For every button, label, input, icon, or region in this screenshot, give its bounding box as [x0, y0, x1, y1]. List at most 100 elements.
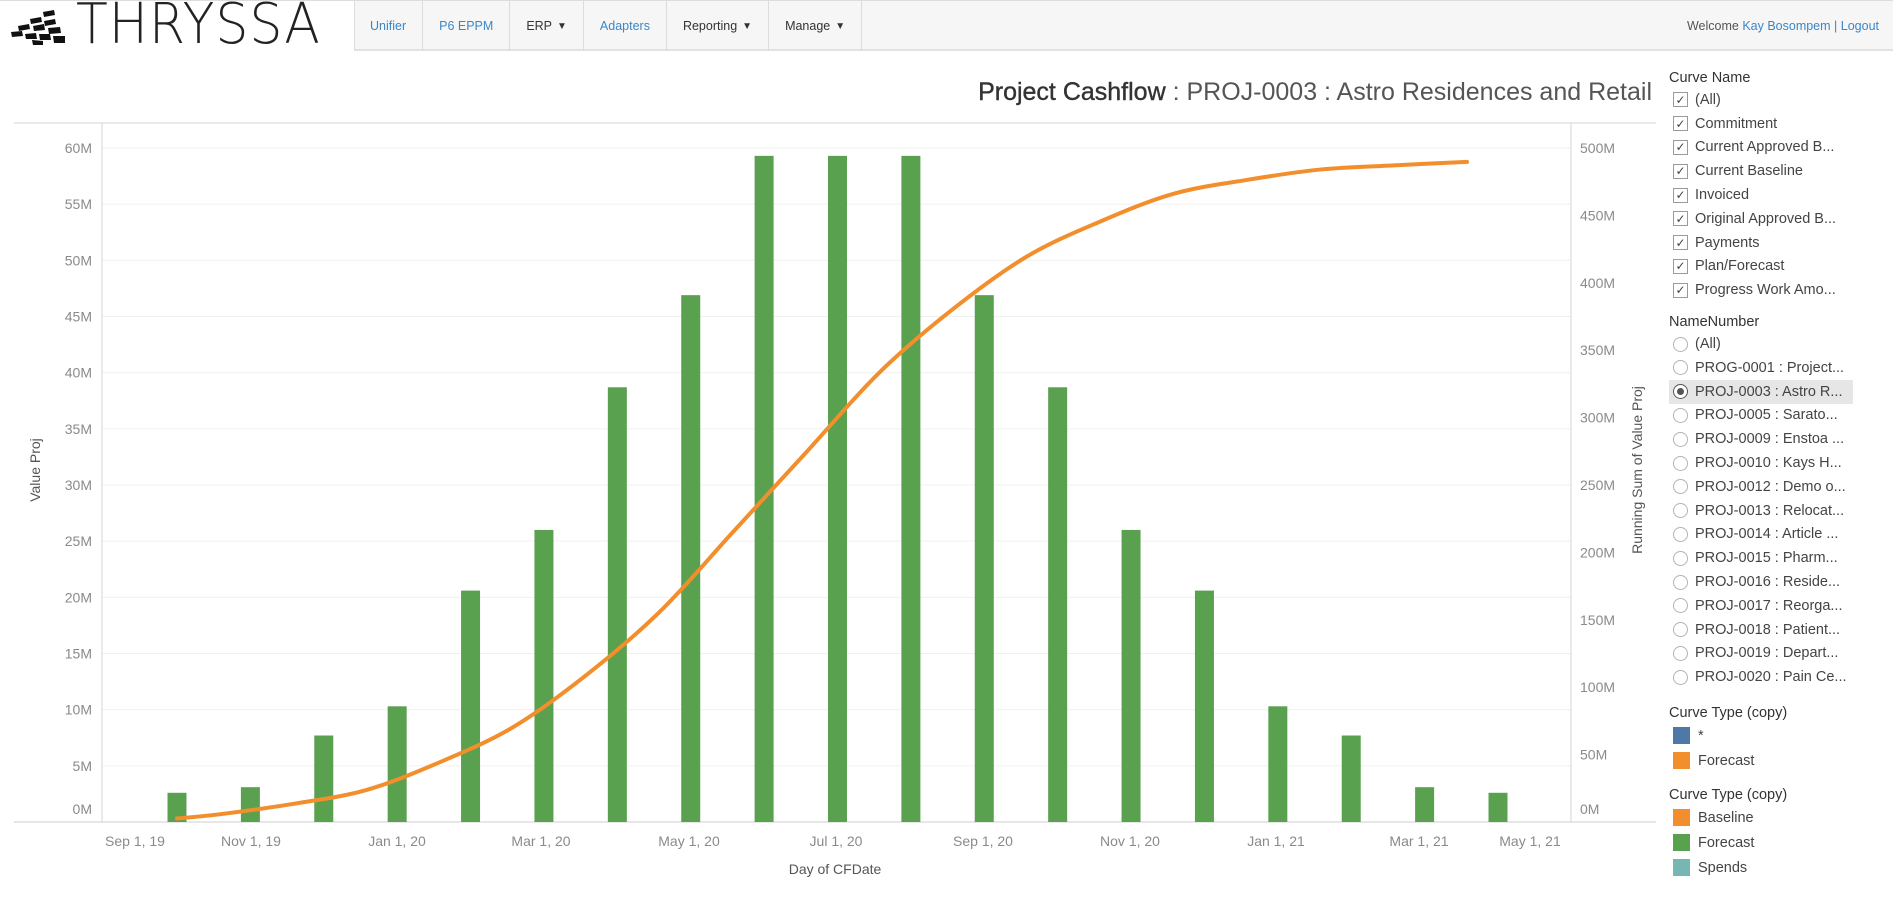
option-label: Current Baseline: [1695, 163, 1803, 180]
checkbox[interactable]: ✓: [1673, 258, 1688, 274]
checkbox[interactable]: ✓: [1673, 282, 1688, 298]
y-tick-label: 30M: [65, 477, 92, 493]
legend-item[interactable]: Forecast: [1669, 748, 1893, 773]
bar-feb-2020[interactable]: [534, 529, 554, 822]
user-name-link[interactable]: Kay Bosompem: [1742, 19, 1830, 33]
left-y-tick-labels: 0M 5M 10M 15M 20M 25M 30M 35M 40M 45M 50M 55M 60M: [65, 140, 92, 817]
legend-item[interactable]: *: [1669, 723, 1893, 748]
x-tick-label: Jan 1, 20: [368, 833, 426, 849]
bar-mar-2021[interactable]: [1488, 792, 1508, 822]
name-number-option[interactable]: PROJ-0018 : Patient...: [1669, 618, 1893, 642]
check-icon: ✓: [1675, 92, 1686, 107]
y2-tick-label: 400M: [1580, 275, 1615, 291]
forecast-bars: [167, 155, 1508, 822]
radio[interactable]: [1673, 431, 1688, 447]
option-label: Commitment: [1695, 115, 1778, 132]
radio[interactable]: [1673, 550, 1688, 566]
bar-dec-2019[interactable]: [387, 706, 407, 822]
name-number-option[interactable]: PROJ-0019 : Depart...: [1669, 642, 1893, 666]
y2-tick-label: 350M: [1580, 342, 1615, 358]
curve-name-option[interactable]: ✓ Current Approved B...: [1669, 136, 1893, 160]
radio[interactable]: [1673, 622, 1688, 638]
legend-label: Forecast: [1698, 752, 1755, 769]
option-label: PROG-0001 : Project...: [1695, 359, 1845, 376]
name-number-option[interactable]: PROJ-0003 : Astro R...: [1669, 379, 1853, 404]
radio[interactable]: [1673, 574, 1688, 590]
radio[interactable]: [1673, 526, 1688, 542]
checkbox[interactable]: ✓: [1673, 211, 1688, 227]
bar-aug-2020[interactable]: [974, 295, 994, 822]
name-number-option[interactable]: PROJ-0016 : Reside...: [1669, 570, 1893, 594]
legend-item[interactable]: Forecast: [1669, 830, 1893, 855]
x-tick-label: Mar 1, 21: [1389, 833, 1448, 849]
radio[interactable]: [1673, 407, 1688, 423]
radio[interactable]: [1673, 669, 1688, 685]
bar-jun-2020[interactable]: [828, 155, 847, 822]
bar-oct-2020[interactable]: [1121, 529, 1141, 822]
checkbox[interactable]: ✓: [1673, 235, 1688, 251]
bar-jan-2021[interactable]: [1341, 735, 1361, 822]
x-tick-label: May 1, 20: [658, 833, 720, 849]
y2-axis-title: Running Sum of Value Proj: [1629, 386, 1645, 554]
x-tick-label: Jul 1, 20: [810, 833, 863, 849]
radio[interactable]: [1673, 336, 1688, 352]
bar-sep-2020[interactable]: [1048, 387, 1068, 822]
bar-oct-2019[interactable]: [240, 787, 260, 822]
y-tick-label: 5M: [73, 758, 92, 774]
bar-jul-2020[interactable]: [901, 155, 921, 822]
checkbox[interactable]: ✓: [1673, 139, 1688, 155]
curve-name-option[interactable]: ✓ Current Baseline: [1669, 159, 1893, 183]
logout-link[interactable]: Logout: [1841, 19, 1879, 33]
checkbox[interactable]: ✓: [1673, 92, 1688, 108]
name-number-option[interactable]: PROJ-0017 : Reorga...: [1669, 594, 1893, 618]
bar-apr-2020[interactable]: [681, 295, 701, 822]
radio[interactable]: [1673, 455, 1688, 471]
curve-name-option[interactable]: ✓ Progress Work Amo...: [1669, 278, 1893, 302]
radio[interactable]: [1673, 360, 1688, 376]
name-number-option[interactable]: PROJ-0020 : Pain Ce...: [1669, 665, 1893, 689]
name-number-option[interactable]: PROJ-0013 : Relocat...: [1669, 499, 1893, 523]
radio[interactable]: [1673, 503, 1688, 519]
legend-item[interactable]: Spends: [1669, 855, 1893, 880]
bar-mar-2020[interactable]: [607, 387, 627, 822]
radio[interactable]: [1673, 479, 1688, 495]
radio[interactable]: [1673, 598, 1688, 614]
name-number-option[interactable]: PROJ-0015 : Pharm...: [1669, 546, 1893, 570]
option-label: Current Approved B...: [1695, 139, 1835, 156]
filter-panel: Curve Name ✓ (All) ✓ Commitment ✓ Current App…: [1669, 68, 1893, 880]
y-tick-label: 20M: [65, 589, 92, 605]
bar-nov-2020[interactable]: [1194, 590, 1214, 822]
curve-name-option[interactable]: ✓ Invoiced: [1669, 183, 1893, 207]
checkbox[interactable]: ✓: [1673, 163, 1688, 179]
name-number-option[interactable]: PROJ-0010 : Kays H...: [1669, 451, 1893, 475]
legend-item[interactable]: Baseline: [1669, 805, 1893, 830]
name-number-option[interactable]: PROJ-0009 : Enstoa ...: [1669, 427, 1893, 451]
checkbox[interactable]: ✓: [1673, 187, 1688, 203]
check-icon: ✓: [1675, 188, 1686, 203]
option-label: PROJ-0015 : Pharm...: [1695, 550, 1838, 567]
curve-name-option[interactable]: ✓ Commitment: [1669, 112, 1893, 136]
option-label: PROJ-0017 : Reorga...: [1695, 597, 1843, 614]
option-label: PROJ-0020 : Pain Ce...: [1695, 669, 1847, 686]
y2-tick-label: 50M: [1580, 747, 1607, 763]
name-number-option[interactable]: PROJ-0005 : Sarato...: [1669, 404, 1893, 428]
bar-jan-2020[interactable]: [461, 590, 481, 822]
bar-feb-2021[interactable]: [1415, 787, 1435, 822]
checkbox[interactable]: ✓: [1673, 116, 1688, 132]
name-number-option[interactable]: PROJ-0012 : Demo o...: [1669, 475, 1893, 499]
bar-dec-2020[interactable]: [1268, 706, 1288, 822]
legend-swatch: [1673, 834, 1690, 852]
name-number-option[interactable]: PROJ-0014 : Article ...: [1669, 523, 1893, 547]
radio[interactable]: [1673, 645, 1688, 661]
radio-selected[interactable]: [1673, 384, 1688, 400]
option-label: Original Approved B...: [1695, 210, 1837, 227]
curve-name-option[interactable]: ✓ Plan/Forecast: [1669, 255, 1893, 279]
bar-nov-2019[interactable]: [314, 735, 334, 822]
curve-name-option[interactable]: ✓ (All): [1669, 88, 1893, 112]
name-number-option[interactable]: (All): [1669, 332, 1893, 356]
name-number-option[interactable]: PROG-0001 : Project...: [1669, 356, 1893, 380]
curve-name-option[interactable]: ✓ Original Approved B...: [1669, 207, 1893, 231]
check-icon: ✓: [1675, 235, 1686, 250]
legends: Curve Type (copy) * Forecast Curve Type (co…: [1669, 703, 1893, 880]
curve-name-option[interactable]: ✓ Payments: [1669, 231, 1893, 255]
